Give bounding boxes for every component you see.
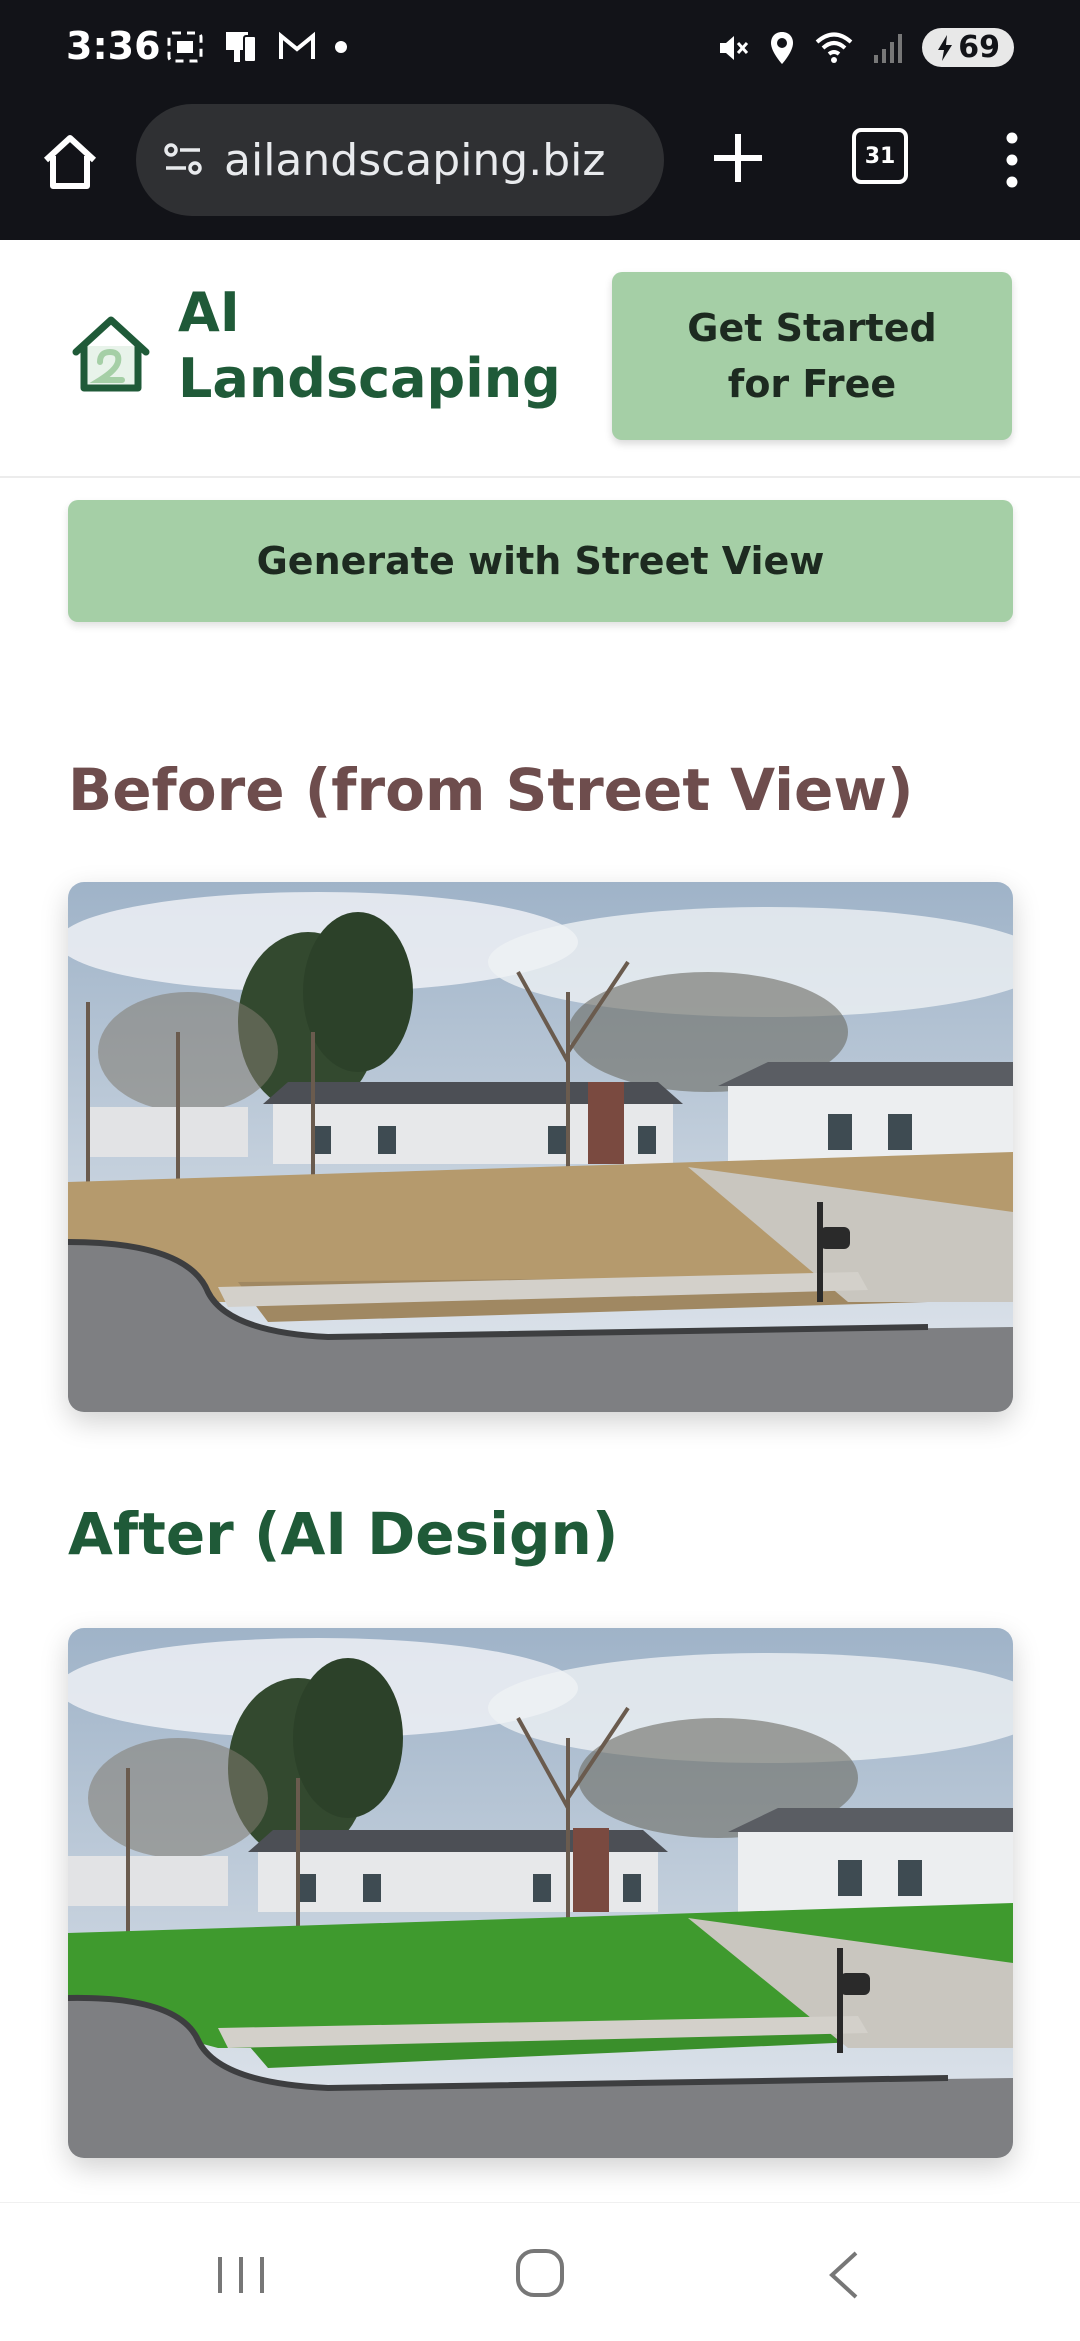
- tab-switcher-button[interactable]: 31: [852, 128, 908, 184]
- screenshot-icon: [167, 31, 203, 63]
- generate-street-view-button[interactable]: Generate with Street View: [68, 500, 1013, 622]
- system-navigation-bar: [0, 2202, 1080, 2341]
- status-time: 3:36: [66, 24, 161, 68]
- home-icon[interactable]: [38, 130, 102, 194]
- site-settings-icon[interactable]: [158, 134, 210, 186]
- status-left-icons: [166, 28, 348, 66]
- site-header: AI Landscaping Get Started for Free: [0, 240, 1080, 478]
- get-started-button[interactable]: Get Started for Free: [612, 272, 1012, 440]
- url-text[interactable]: ailandscaping.biz: [224, 135, 605, 186]
- address-bar[interactable]: ailandscaping.biz: [136, 104, 664, 216]
- back-icon[interactable]: [826, 2249, 862, 2301]
- more-menu-icon[interactable]: [1000, 130, 1024, 190]
- battery-icon: 69: [922, 28, 1014, 67]
- after-title: After (AI Design): [68, 1500, 619, 1568]
- location-icon: [771, 31, 794, 64]
- house-logo-icon[interactable]: [70, 314, 152, 396]
- gmail-icon: [279, 31, 315, 59]
- charging-bolt-icon: [938, 34, 953, 61]
- dot-icon: [335, 41, 347, 53]
- battery-level: 69: [958, 30, 1000, 65]
- status-right-icons: 69: [716, 28, 1014, 67]
- new-tab-icon[interactable]: [706, 126, 770, 190]
- before-street-view-image: [68, 882, 1013, 1412]
- status-bar: 3:36 69: [0, 0, 1080, 100]
- recent-apps-icon[interactable]: [214, 2253, 268, 2297]
- device-icon: [226, 32, 257, 63]
- after-ai-design-image: [68, 1628, 1013, 2158]
- brand-name[interactable]: AI Landscaping: [178, 280, 561, 412]
- signal-icon: [874, 33, 903, 63]
- home-nav-icon[interactable]: [514, 2247, 566, 2299]
- get-started-label: Get Started for Free: [687, 306, 937, 406]
- wifi-icon: [815, 32, 853, 63]
- mute-icon: [720, 35, 749, 60]
- browser-toolbar: ailandscaping.biz 31: [0, 100, 1080, 240]
- brand-line-1: AI: [178, 281, 240, 344]
- brand-line-2: Landscaping: [178, 347, 561, 410]
- before-title: Before (from Street View): [68, 756, 914, 824]
